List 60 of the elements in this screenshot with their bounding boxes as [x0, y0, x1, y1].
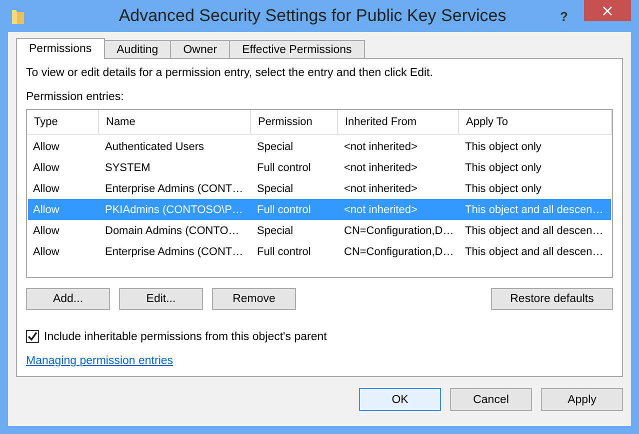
table-cell-text: <not inherited> — [343, 204, 418, 216]
table-cell-text: Allow — [32, 246, 60, 258]
checkbox-label: Include inheritable permissions from this object's parent — [44, 330, 327, 342]
table-cell-text: Allow — [32, 140, 60, 152]
table-cell-text: CN=Configuration,D… — [343, 224, 455, 236]
restore-defaults-button[interactable]: Restore defaults — [491, 288, 613, 310]
table-cell-text: Special — [256, 224, 294, 236]
table-cell-text: Special — [256, 182, 294, 194]
table-cell-text: Domain Admins (CONTO… — [104, 224, 240, 236]
column-header[interactable]: Apply To — [459, 110, 612, 134]
help-link[interactable]: Managing permission entries — [26, 355, 174, 367]
dialog-button[interactable]: OK — [359, 388, 441, 411]
table-cell-text: Allow — [32, 182, 60, 194]
column-header[interactable]: Type — [27, 110, 99, 134]
table-cell-text: Special — [256, 140, 294, 152]
entries-label: Permission entries: — [26, 91, 125, 103]
table-cell-text: Enterprise Admins (CONT… — [104, 246, 244, 258]
help-button[interactable]: ? — [560, 8, 568, 24]
column-header[interactable]: Name — [99, 110, 251, 134]
column-header[interactable]: Permission — [251, 110, 338, 134]
table-cell-text: This object and all descen… — [464, 224, 604, 236]
tab[interactable]: Owner — [170, 40, 230, 58]
table-row[interactable]: Allow Enterprise Admins (CONT… Special <not inherited> This object only — [28, 178, 611, 199]
close-button[interactable]: × — [584, 0, 631, 21]
entry-button[interactable]: Remove — [212, 288, 296, 310]
table-cell-text: Full control — [256, 204, 312, 216]
entry-button[interactable]: Edit... — [119, 288, 203, 310]
dialog-button[interactable]: Apply — [541, 388, 623, 411]
dialog-button[interactable]: Cancel — [450, 388, 532, 411]
table-cell-text: Full control — [256, 162, 312, 174]
table-cell-text: This object only — [464, 140, 542, 152]
tab[interactable]: Auditing — [104, 40, 172, 58]
table-cell-text: Allow — [32, 204, 60, 216]
table-cell-text: Allow — [32, 162, 60, 174]
entry-button[interactable]: Add... — [26, 288, 110, 310]
table-cell-text: This object only — [464, 162, 542, 174]
table-cell-text: <not inherited> — [343, 182, 418, 194]
window-title: Advanced Security Settings for Public Key Services — [118, 6, 508, 26]
table-cell-text: This object only — [464, 182, 542, 194]
table-cell-text: Authenticated Users — [104, 140, 206, 152]
tab[interactable]: Permissions — [16, 38, 105, 59]
table-row[interactable]: Allow Authenticated Users Special <not inherited> This object only — [28, 136, 611, 157]
instructions-text: To view or edit details for a permission entry, select the entry and then click Edit. — [26, 67, 434, 79]
table-cell-text: Full control — [256, 246, 312, 258]
column-header[interactable]: Inherited From — [338, 110, 459, 134]
table-cell-text: This object and all descen… — [464, 246, 604, 258]
table-cell-text: This object and all descen… — [464, 204, 604, 216]
table-row[interactable]: Allow Domain Admins (CONTO… Special CN=Configuration,D… This object and all descen… — [28, 220, 611, 241]
table-cell-text: CN=Configuration,D… — [343, 246, 455, 258]
tab[interactable]: Effective Permissions — [229, 40, 365, 58]
folder-icon — [11, 7, 25, 25]
table-cell-text: PKIAdmins (CONTOSO\P… — [104, 204, 244, 216]
table-cell-text: Allow — [32, 224, 60, 236]
table-row[interactable]: Allow Enterprise Admins (CONT… Full control CN=Configuration,D… This object and all descen… — [28, 241, 611, 262]
checkbox[interactable] — [26, 330, 39, 343]
table-row[interactable]: Allow SYSTEM Full control <not inherited> This object only — [28, 157, 611, 178]
table-cell-text: SYSTEM — [104, 162, 152, 174]
table-cell-text: Enterprise Admins (CONT… — [104, 182, 244, 194]
table-cell-text: <not inherited> — [343, 162, 418, 174]
table-cell-text: <not inherited> — [343, 140, 418, 152]
